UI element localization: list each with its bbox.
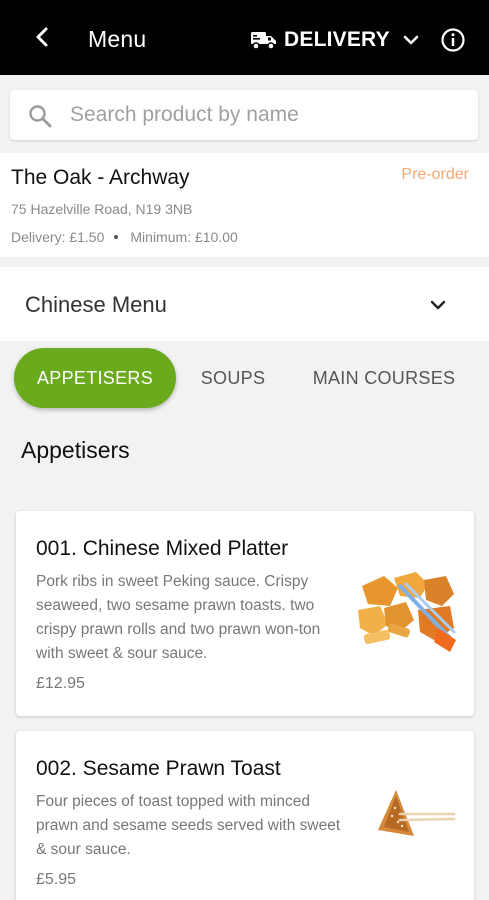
preorder-status: Pre-order [401,166,469,183]
chevron-down-icon [403,35,419,45]
product-image [378,790,456,836]
store-info-card: The Oak - Archway Pre-order 75 Hazelvill… [0,153,489,257]
separator-dot [114,235,119,239]
product-price: £5.95 [36,871,77,888]
menu-selector-label: Chinese Menu [25,292,167,317]
product-card[interactable]: 001. Chinese Mixed Platter Pork ribs in … [16,511,474,716]
product-image [358,572,456,652]
product-description: Four pieces of toast topped with minced … [36,793,341,858]
delivery-van-icon [251,32,276,50]
section-title: Appetisers [21,437,130,463]
minimum-order: Minimum: £10.00 [130,229,238,245]
tab-main-courses[interactable]: MAIN COURSES [298,348,470,408]
store-name: The Oak - Archway [11,166,190,189]
top-app-bar: Menu DELIVERY [0,0,489,75]
search-input[interactable] [70,98,460,132]
back-arrow-icon[interactable] [30,24,56,50]
tab-soups[interactable]: SOUPS [190,348,276,408]
page-title: Menu [88,26,147,52]
tab-appetisers[interactable]: APPETISERS [14,348,176,408]
category-tabs: APPETISERS SOUPS MAIN COURSES [0,346,489,412]
delivery-mode-label: DELIVERY [284,28,390,51]
info-icon[interactable] [440,27,466,53]
menu-selector[interactable]: Chinese Menu [0,267,489,341]
delivery-mode-selector[interactable]: DELIVERY [250,26,420,54]
product-card[interactable]: 002. Sesame Prawn Toast Four pieces of t… [16,731,474,900]
search-icon [29,105,52,128]
chevron-down-icon [430,300,446,310]
product-description: Pork ribs in sweet Peking sauce. Crispy … [36,573,321,662]
search-bar [10,90,478,140]
delivery-fee: Delivery: £1.50 [11,229,105,245]
store-fees: Delivery: £1.50 Minimum: £10.00 [11,229,238,245]
product-title: 002. Sesame Prawn Toast [36,757,281,780]
product-price: £12.95 [36,675,85,692]
product-title: 001. Chinese Mixed Platter [36,537,289,560]
store-address: 75 Hazelville Road, N19 3NB [11,201,193,217]
